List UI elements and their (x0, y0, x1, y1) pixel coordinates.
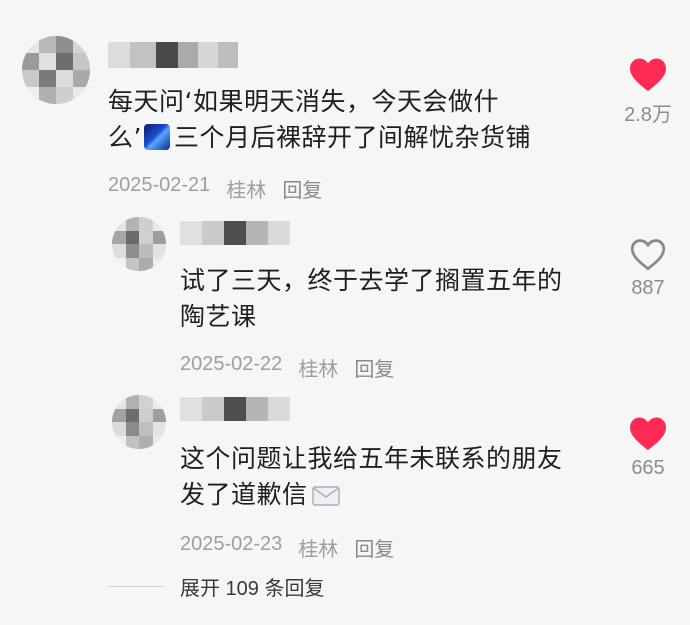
comment-date: 2025-02-22 (180, 353, 283, 375)
reply-button[interactable]: 回复 (354, 533, 394, 562)
like-count: 2.8万 (624, 104, 672, 126)
divider-line (108, 586, 164, 587)
comment-text: 这个问题让我给五年未联系的朋友 发了道歉信 (180, 444, 563, 509)
comment-3: 这个问题让我给五年未联系的朋友 发了道歉信 2025-02-23 桂林 回复 6… (0, 385, 690, 565)
avatar[interactable] (22, 36, 90, 104)
comment-location: 桂林 (298, 539, 339, 561)
heart-outline-icon (630, 239, 666, 271)
like-button[interactable]: 887 (618, 237, 678, 300)
comment-text: 试了三天，终于去学了搁置五年的 陶艺课 (180, 266, 563, 331)
reply-button[interactable]: 回复 (282, 174, 322, 203)
comment-date: 2025-02-21 (108, 174, 211, 196)
expand-replies-button[interactable]: 展开 109 条回复 (108, 572, 324, 601)
username-pixelated[interactable] (108, 42, 238, 68)
expand-replies-label: 展开 109 条回复 (180, 578, 325, 600)
stars-emoji-icon (143, 124, 170, 150)
like-button[interactable]: 665 (618, 415, 678, 480)
like-count: 665 (631, 457, 665, 479)
comment-meta: 2025-02-22 桂林 回复 (180, 353, 394, 382)
comment-2: 试了三天，终于去学了搁置五年的 陶艺课 2025-02-22 桂林 回复 887 (0, 205, 690, 385)
username-pixelated[interactable] (180, 397, 290, 421)
heart-filled-icon (630, 58, 666, 92)
comment-meta: 2025-02-23 桂林 回复 (180, 533, 394, 562)
comment-location: 桂林 (226, 180, 267, 202)
like-count: 887 (631, 277, 665, 299)
comment-location: 桂林 (298, 359, 339, 381)
avatar[interactable] (112, 217, 166, 271)
comment-date: 2025-02-23 (180, 533, 283, 555)
avatar[interactable] (112, 395, 166, 449)
envelope-icon (311, 486, 340, 506)
username-pixelated[interactable] (180, 221, 290, 245)
reply-button[interactable]: 回复 (354, 353, 394, 382)
like-button[interactable]: 2.8万 (618, 56, 678, 127)
comment-text: 每天问‘如果明天消失，今天会做什 么’ 三个月后裸辞开了间解忧杂货铺 (108, 87, 531, 152)
comment-meta: 2025-02-21 桂林 回复 (108, 174, 322, 203)
comment-1: 每天问‘如果明天消失，今天会做什 么’ 三个月后裸辞开了间解忧杂货铺 2025-0… (0, 0, 690, 205)
heart-filled-icon (630, 417, 666, 451)
